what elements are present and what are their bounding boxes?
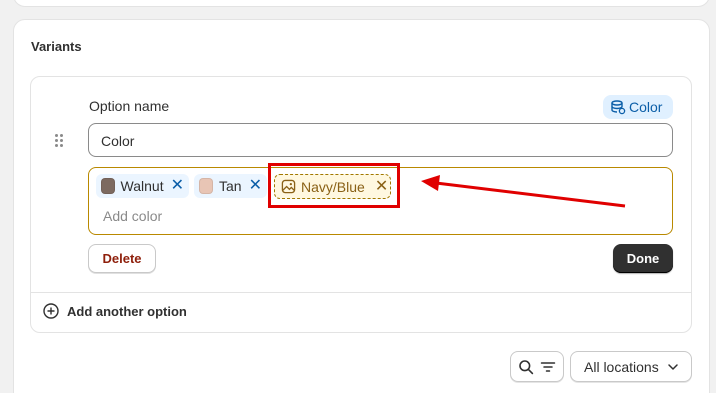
remove-icon[interactable]: ✕: [249, 178, 262, 194]
value-tag-walnut: Walnut ✕: [96, 174, 189, 198]
value-tag-label: Walnut: [120, 178, 164, 194]
option-name-input[interactable]: Color: [88, 123, 673, 157]
annotation-highlight-box: [268, 163, 400, 208]
delete-button[interactable]: Delete: [88, 244, 156, 273]
previous-card: [13, 0, 710, 7]
search-icon: [519, 359, 534, 374]
database-icon: [611, 100, 626, 115]
section-title: Variants: [31, 39, 82, 54]
locations-label: All locations: [584, 358, 659, 375]
divider: [31, 292, 691, 293]
search-filter-button[interactable]: [510, 351, 564, 382]
metafield-badge-label: Color: [629, 99, 663, 115]
add-another-option-button[interactable]: Add another option: [43, 303, 187, 319]
value-tag-tan: Tan ✕: [194, 174, 267, 198]
option-name-label: Option name: [89, 98, 170, 114]
filter-icon: [540, 361, 556, 372]
color-swatch: [199, 178, 214, 194]
add-color-input[interactable]: Add color: [103, 208, 162, 224]
locations-dropdown[interactable]: All locations: [570, 351, 692, 382]
remove-icon[interactable]: ✕: [171, 178, 184, 194]
add-another-option-label: Add another option: [67, 303, 187, 319]
metafield-badge[interactable]: Color: [603, 95, 673, 119]
chevron-down-icon: [667, 363, 678, 370]
plus-circle-icon: [43, 303, 59, 319]
drag-handle-icon[interactable]: [55, 134, 65, 148]
value-tag-label: Tan: [219, 178, 242, 194]
done-button[interactable]: Done: [613, 244, 673, 273]
color-swatch: [101, 178, 115, 194]
